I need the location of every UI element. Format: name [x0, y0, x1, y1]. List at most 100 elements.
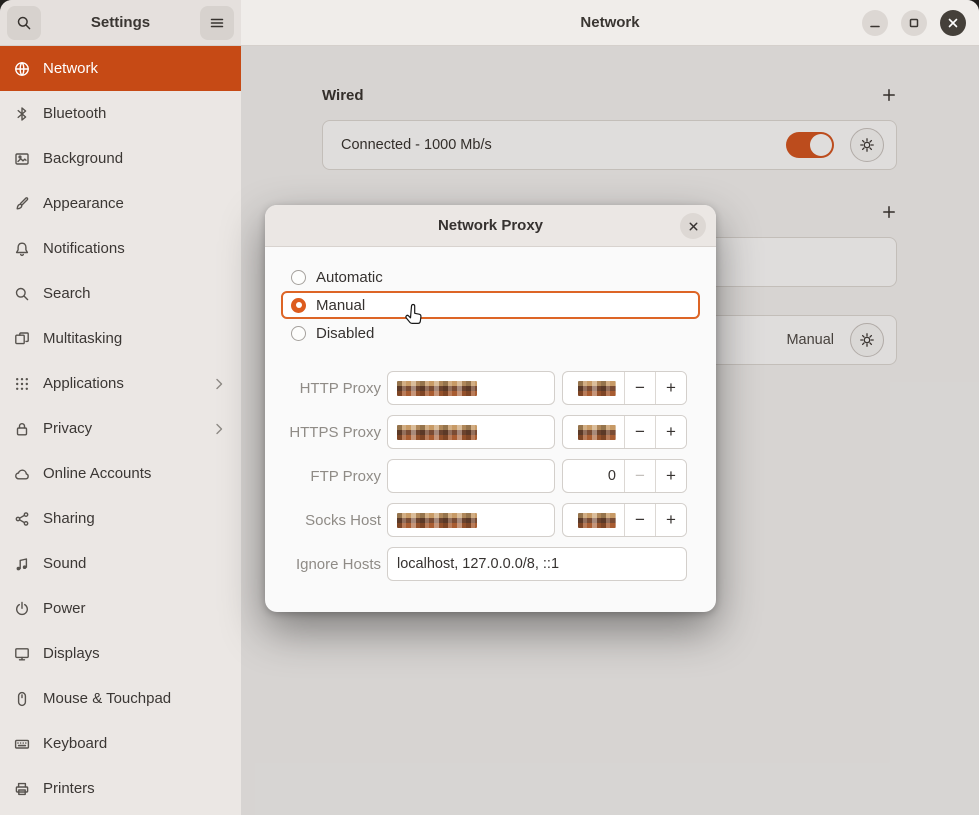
ftp-proxy-port-value[interactable]: 0	[563, 460, 624, 492]
socks-host-input[interactable]	[387, 503, 555, 537]
http-proxy-input[interactable]	[387, 371, 555, 405]
sidebar-item-bluetooth[interactable]: Bluetooth	[0, 91, 241, 136]
proxy-fields: HTTP Proxy−+HTTPS Proxy−+FTP Proxy0−+Soc…	[281, 371, 700, 537]
monitor-icon	[14, 646, 30, 662]
https-proxy-port-spinner: −+	[562, 415, 687, 449]
sidebar-item-privacy[interactable]: Privacy	[0, 406, 241, 451]
network-proxy-dialog: Network Proxy Automatic Manual Disabled HT…	[265, 205, 716, 612]
dialog-title: Network Proxy	[438, 217, 543, 234]
close-button[interactable]	[940, 10, 966, 36]
plus-icon	[881, 204, 897, 220]
http-proxy-port-increment-button[interactable]: +	[655, 372, 686, 404]
ftp-proxy-label: FTP Proxy	[281, 468, 381, 485]
minimize-button[interactable]	[862, 10, 888, 36]
sidebar-item-label: Printers	[43, 780, 95, 797]
lock-icon	[14, 421, 30, 437]
sidebar-item-mouse[interactable]: Mouse & Touchpad	[0, 676, 241, 721]
https-proxy-port-increment-button[interactable]: +	[655, 416, 686, 448]
https-proxy-port-decrement-button[interactable]: −	[624, 416, 655, 448]
dialog-close-button[interactable]	[680, 213, 706, 239]
bell-icon	[14, 241, 30, 257]
sidebar-item-sharing[interactable]: Sharing	[0, 496, 241, 541]
sidebar-headerbar: Settings	[0, 0, 241, 46]
sidebar-item-online-accounts[interactable]: Online Accounts	[0, 451, 241, 496]
dialog-headerbar: Network Proxy	[265, 205, 716, 247]
search-button[interactable]	[7, 6, 41, 40]
bluetooth-icon	[14, 106, 30, 122]
maximize-icon	[907, 16, 921, 30]
proxy-mode-options: Automatic Manual Disabled	[281, 263, 700, 347]
sidebar-item-label: Search	[43, 285, 91, 302]
socks-host-port-increment-button[interactable]: +	[655, 504, 686, 536]
titlebar: Settings Network	[0, 0, 979, 46]
socks-host-port-value[interactable]	[563, 504, 624, 536]
proxy-option-manual[interactable]: Manual	[281, 291, 700, 319]
close-icon	[687, 220, 700, 233]
socks-host-port-decrement-button[interactable]: −	[624, 504, 655, 536]
add-wired-button[interactable]	[874, 80, 904, 110]
socks-host-port-spinner: −+	[562, 503, 687, 537]
sidebar-item-applications[interactable]: Applications	[0, 361, 241, 406]
sidebar-item-label: Background	[43, 150, 123, 167]
radio-icon	[291, 326, 306, 341]
window-controls	[862, 10, 979, 36]
http-proxy-port-decrement-button[interactable]: −	[624, 372, 655, 404]
sidebar-item-appearance[interactable]: Appearance	[0, 181, 241, 226]
wired-section: Wired Connected - 1000 Mb/s	[322, 84, 897, 170]
https-proxy-row: HTTPS Proxy−+	[281, 415, 700, 449]
mouse-icon	[14, 691, 30, 707]
sidebar-item-multitasking[interactable]: Multitasking	[0, 316, 241, 361]
radio-label: Manual	[316, 297, 365, 314]
sidebar-item-background[interactable]: Background	[0, 136, 241, 181]
proxy-option-disabled[interactable]: Disabled	[281, 319, 700, 347]
hamburger-icon	[209, 15, 225, 31]
sidebar-item-notifications[interactable]: Notifications	[0, 226, 241, 271]
http-proxy-port-value[interactable]	[563, 372, 624, 404]
add-vpn-button[interactable]	[874, 197, 904, 227]
ignore-hosts-input[interactable]	[387, 547, 687, 581]
toggle-knob	[810, 134, 832, 156]
sidebar-item-label: Bluetooth	[43, 105, 106, 122]
radio-label: Disabled	[316, 325, 374, 342]
http-proxy-row: HTTP Proxy−+	[281, 371, 700, 405]
sidebar-item-keyboard[interactable]: Keyboard	[0, 721, 241, 766]
http-proxy-port-spinner: −+	[562, 371, 687, 405]
ftp-proxy-port-decrement-button[interactable]: −	[624, 460, 655, 492]
sidebar-item-label: Online Accounts	[43, 465, 151, 482]
sidebar-item-displays[interactable]: Displays	[0, 631, 241, 676]
sidebar-item-sound[interactable]: Sound	[0, 541, 241, 586]
wired-settings-button[interactable]	[850, 128, 884, 162]
ftp-proxy-port-increment-button[interactable]: +	[655, 460, 686, 492]
sidebar-item-label: Network	[43, 60, 98, 77]
appearance-icon	[14, 196, 30, 212]
ftp-proxy-input[interactable]	[387, 459, 555, 493]
maximize-button[interactable]	[901, 10, 927, 36]
search-icon	[14, 286, 30, 302]
music-note-icon	[14, 556, 30, 572]
https-proxy-port-value[interactable]	[563, 416, 624, 448]
sidebar-item-power[interactable]: Power	[0, 586, 241, 631]
sidebar-item-label: Privacy	[43, 420, 92, 437]
sidebar-item-label: Multitasking	[43, 330, 122, 347]
sidebar-title: Settings	[47, 14, 194, 31]
sidebar-item-label: Power	[43, 600, 86, 617]
wired-connection-row[interactable]: Connected - 1000 Mb/s	[322, 120, 897, 170]
proxy-option-automatic[interactable]: Automatic	[281, 263, 700, 291]
proxy-settings-button[interactable]	[850, 323, 884, 357]
cloud-icon	[14, 466, 30, 482]
sidebar-item-search[interactable]: Search	[0, 271, 241, 316]
multitasking-icon	[14, 331, 30, 347]
redacted-value	[578, 381, 616, 396]
wired-toggle[interactable]	[786, 132, 834, 158]
redacted-value	[397, 513, 477, 528]
ftp-proxy-port-spinner: 0−+	[562, 459, 687, 493]
settings-window: Settings Network Network Bluetooth Backgro…	[0, 0, 979, 815]
radio-icon	[291, 270, 306, 285]
gear-icon	[859, 332, 875, 348]
sidebar-item-network[interactable]: Network	[0, 46, 241, 91]
menu-button[interactable]	[200, 6, 234, 40]
main-headerbar: Network	[241, 0, 979, 46]
https-proxy-input[interactable]	[387, 415, 555, 449]
redacted-value	[578, 513, 616, 528]
sidebar-item-printers[interactable]: Printers	[0, 766, 241, 811]
